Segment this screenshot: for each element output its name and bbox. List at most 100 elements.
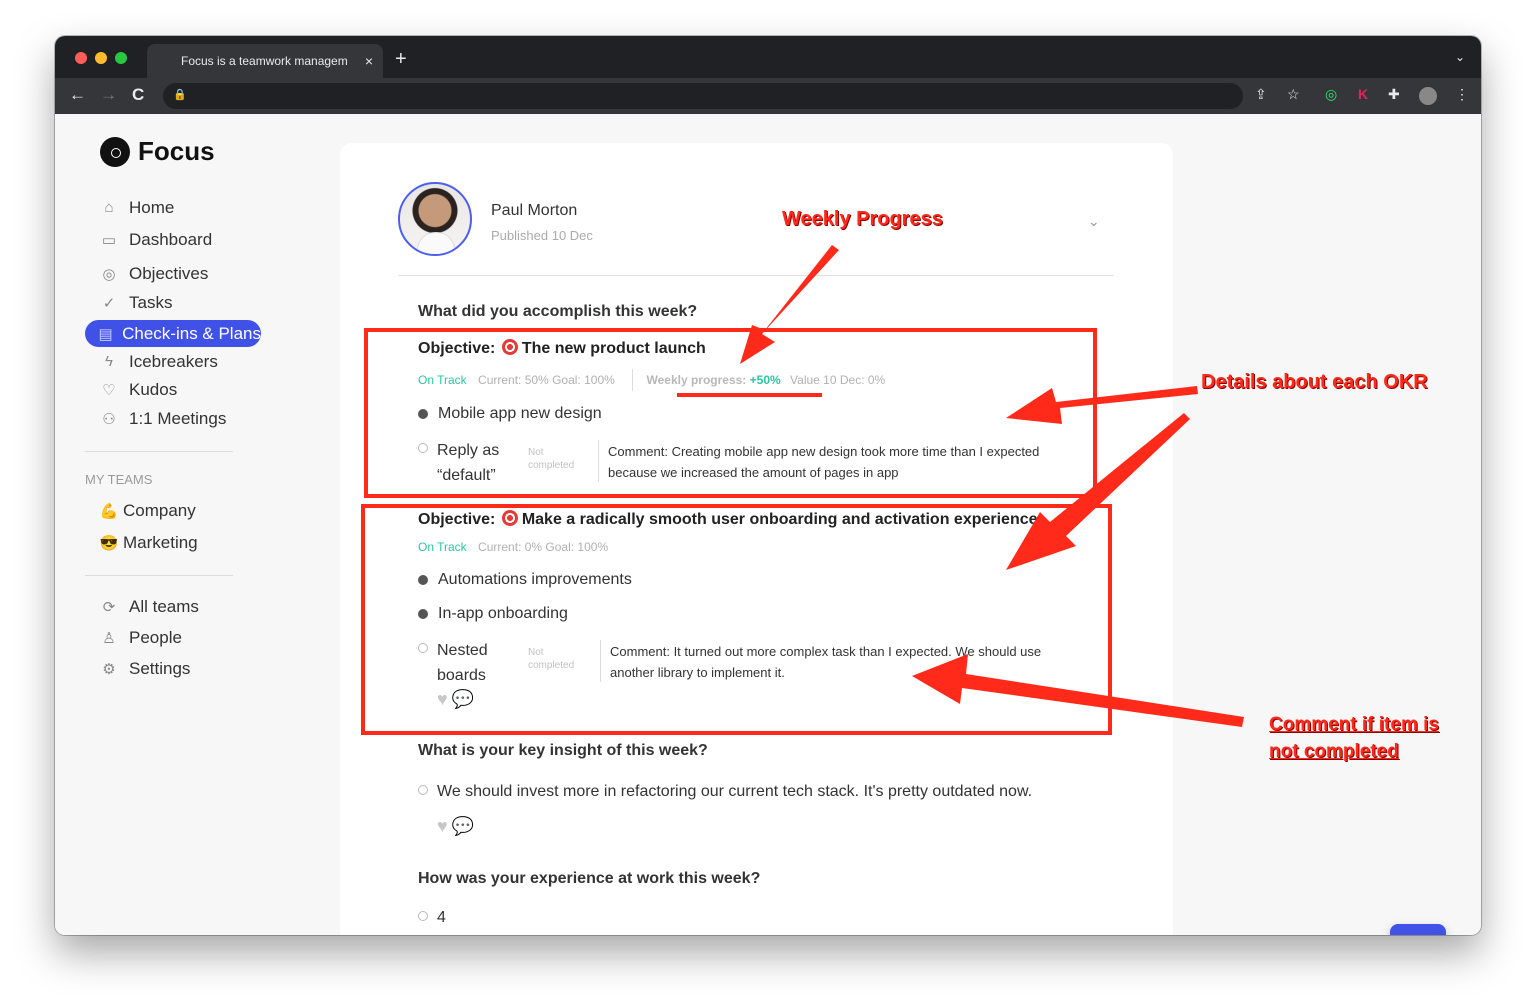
forward-icon[interactable]: → (100, 85, 117, 105)
comment-divider (598, 440, 599, 482)
experience-answer: 4 (437, 909, 446, 926)
nav-label: Objectives (129, 263, 209, 283)
task-label-line: Nested (437, 642, 488, 659)
flexed-biceps-icon: 💪 (99, 502, 119, 520)
card-divider (398, 275, 1114, 276)
tasks-icon: ✓ (102, 294, 116, 312)
author-avatar[interactable] (398, 182, 472, 256)
people-icon: ♙ (102, 629, 116, 647)
task-radio[interactable] (418, 643, 428, 653)
key-result-item[interactable]: Mobile app new design (418, 405, 602, 423)
team-label: Marketing (123, 532, 198, 552)
objective-title[interactable]: Objective: Make a radically smooth user … (418, 510, 1038, 529)
app-content: Focus ⌂ Home ▭ Dashboard ◎ Objectives ✓ … (55, 114, 1481, 935)
reactions: ♥💬 (437, 816, 478, 837)
back-icon[interactable]: ← (69, 85, 86, 105)
annotation-comment-line2: not completed (1269, 741, 1399, 762)
nav-label: Home (129, 197, 175, 217)
key-result-item[interactable]: Automations improvements (418, 571, 632, 589)
comment-bubble-icon[interactable]: 💬 (452, 689, 478, 709)
nav-icebreakers[interactable]: ϟ Icebreakers (85, 348, 218, 375)
objective-prefix: Objective: (418, 511, 496, 528)
heart-icon[interactable]: ♥ (437, 816, 452, 836)
nav-people[interactable]: ♙ People (85, 624, 182, 651)
new-tab-button[interactable]: + (395, 48, 407, 71)
nav-label: Tasks (129, 292, 173, 312)
objective-meta: On Track Current: 0% Goal: 100% (418, 540, 608, 554)
extension-target-icon[interactable]: ◎ (1325, 86, 1337, 103)
close-window-button[interactable] (75, 52, 87, 64)
browser-titlebar: Focus is a teamwork managem × + ⌄ (55, 36, 1481, 78)
status-badge: On Track (418, 540, 467, 554)
icebreakers-icon: ϟ (105, 353, 113, 370)
nav-all-teams[interactable]: ⟳ All teams (85, 593, 199, 620)
nav-tasks[interactable]: ✓ Tasks (85, 289, 173, 316)
task-label-line: “default” (437, 467, 496, 484)
author-name[interactable]: Paul Morton (491, 202, 577, 220)
comment-bubble-icon[interactable]: 💬 (452, 816, 478, 836)
answer-radio[interactable] (418, 785, 428, 795)
maximize-window-button[interactable] (115, 52, 127, 64)
objective-name: The new product launch (521, 340, 706, 357)
tab-search-icon[interactable]: ⌄ (1455, 50, 1465, 64)
weekly-progress: Weekly progress: +50% (646, 373, 780, 387)
task-radio[interactable] (418, 443, 428, 453)
task-label-line: Reply as (437, 442, 500, 459)
bookmark-star-icon[interactable]: ☆ (1287, 86, 1300, 103)
nav-settings[interactable]: ⚙ Settings (85, 655, 190, 682)
profile-avatar-icon[interactable] (1419, 87, 1437, 105)
nav-objectives[interactable]: ◎ Objectives (85, 260, 208, 287)
checkin-card: Paul Morton Published 10 Dec ⌄ What did … (340, 143, 1173, 935)
nav-label: Icebreakers (129, 351, 218, 371)
browser-menu-icon[interactable]: ⋮ (1455, 86, 1469, 103)
meta-divider (632, 369, 634, 391)
task-label[interactable]: Reply as “default” (437, 438, 499, 488)
question-insight: What is your key insight of this week? (418, 742, 708, 759)
nav-label: Check-ins & Plans (122, 323, 261, 343)
nav-checkins-plans[interactable]: ▤ Check-ins & Plans (85, 320, 261, 347)
browser-window: Focus is a teamwork managem × + ⌄ ← → C … (55, 36, 1481, 935)
address-bar[interactable]: 🔒 (163, 83, 1243, 109)
team-label: Company (123, 500, 196, 520)
all-teams-icon: ⟳ (102, 598, 116, 616)
key-result-item[interactable]: In-app onboarding (418, 605, 568, 623)
objective-title[interactable]: Objective: The new product launch (418, 339, 706, 358)
sidebar: Focus ⌂ Home ▭ Dashboard ◎ Objectives ✓ … (55, 114, 340, 935)
reload-icon[interactable]: C (132, 85, 144, 105)
focus-logo[interactable]: Focus (100, 136, 215, 167)
chevron-down-icon[interactable]: ⌄ (1088, 213, 1100, 230)
task-status: Not completed (528, 646, 574, 672)
nav-label: People (129, 627, 182, 647)
minimize-window-button[interactable] (95, 52, 107, 64)
comment-divider (600, 640, 601, 682)
nav-label: Dashboard (129, 229, 213, 249)
objectives-icon: ◎ (102, 265, 116, 283)
status-line: Not (528, 447, 544, 458)
share-icon[interactable]: ⇪ (1255, 86, 1267, 103)
focus-logo-icon (100, 136, 130, 167)
insight-answer: We should invest more in refactoring our… (437, 783, 1033, 800)
nav-home[interactable]: ⌂ Home (85, 194, 174, 221)
extension-k-icon[interactable]: K (1358, 86, 1368, 102)
team-company[interactable]: 💪 Company (85, 497, 196, 524)
nav-label: Settings (129, 658, 191, 678)
sidebar-divider (85, 575, 233, 576)
chat-support-button[interactable] (1390, 924, 1446, 935)
browser-tab[interactable]: Focus is a teamwork managem × (147, 44, 383, 78)
dashboard-icon: ▭ (101, 231, 117, 249)
answer-radio[interactable] (418, 911, 428, 921)
nav-meetings[interactable]: ⚇ 1:1 Meetings (85, 405, 226, 432)
extensions-puzzle-icon[interactable]: ✚ (1388, 86, 1400, 103)
task-status: Not completed (528, 446, 574, 472)
annotation-weekly-progress: Weekly Progress (782, 208, 943, 230)
nav-kudos[interactable]: ♡ Kudos (85, 376, 177, 403)
nav-dashboard[interactable]: ▭ Dashboard (85, 226, 212, 253)
question-accomplish: What did you accomplish this week? (418, 303, 698, 320)
annotation-comment-line1: Comment if item is (1269, 714, 1439, 735)
close-tab-icon[interactable]: × (365, 44, 373, 78)
heart-icon[interactable]: ♥ (437, 689, 452, 709)
settings-icon: ⚙ (102, 660, 116, 678)
task-label[interactable]: Nested boards (437, 638, 488, 688)
task-comment: Comment: It turned out more complex task… (610, 641, 1041, 683)
team-marketing[interactable]: 😎 Marketing (85, 529, 198, 556)
